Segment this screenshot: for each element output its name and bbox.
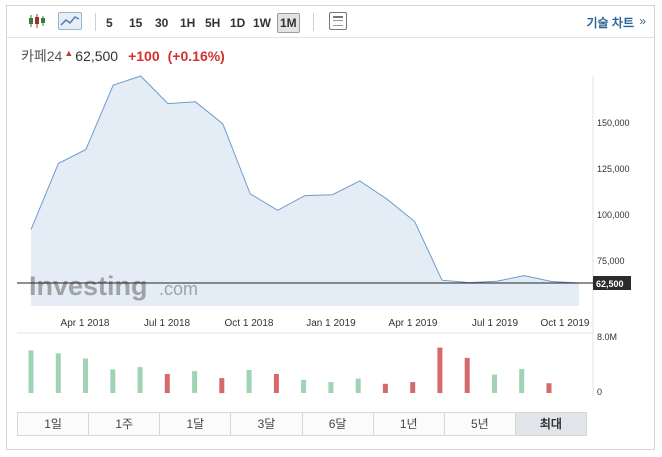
x-axis-label: Apr 1 2018 [61,318,110,329]
volume-bar [28,350,34,393]
x-axis-label: Jan 1 2019 [306,318,356,329]
range-button[interactable]: 5년 [444,413,516,435]
volume-bar [410,382,416,393]
chart-widget: 5 15 30 1H 5H 1D 1W 1M 기술 차트 » 카페24 ▲ 62,5… [6,5,655,450]
price-tick-label: 125,000 [597,164,630,174]
range-button[interactable]: 1달 [160,413,232,435]
range-selector: 1일 1주 1달 3달 6달 1년 5년 최대 [17,412,587,436]
range-button[interactable]: 1일 [18,413,90,435]
investing-watermark-suffix: .com [159,279,198,299]
price-tick-label: 100,000 [597,210,630,220]
volume-bar [301,379,307,393]
volume-bar [137,367,143,393]
volume-bar [328,382,334,393]
volume-bar [219,378,225,394]
volume-bar [246,370,252,393]
x-axis-label: Oct 1 2018 [225,318,274,329]
x-axis-label: Jul 1 2019 [472,318,519,329]
volume-max-label: 8.0M [597,332,617,342]
volume-zero-label: 0 [597,387,602,397]
volume-bar [546,383,552,393]
volume-bar [164,374,170,393]
current-price-label: 62,500 [596,279,624,289]
volume-bar [355,378,361,393]
x-axis-label: Apr 1 2019 [389,318,438,329]
range-button[interactable]: 3달 [231,413,303,435]
x-axis-label: Oct 1 2019 [541,318,590,329]
price-chart: Investing .com 150,000 125,000 100,000 75,000… [17,75,631,397]
range-button[interactable]: 최대 [515,413,586,435]
range-button[interactable]: 6달 [302,413,374,435]
volume-bar [83,358,88,393]
volume-bar [382,383,388,393]
x-axis-label: Jul 1 2018 [144,318,191,329]
volume-bar [437,347,443,393]
price-tick-label: 75,000 [597,256,625,266]
volume-bar [464,357,470,393]
volume-bar [492,374,497,393]
volume-bar [519,368,525,394]
volume-bar [192,371,198,393]
range-button[interactable]: 1년 [373,413,445,435]
investing-watermark: Investing [29,271,148,301]
volume-bar [110,369,116,393]
volume-bar [273,374,279,393]
volume-bar [55,353,61,393]
price-tick-label: 150,000 [597,118,630,128]
range-button[interactable]: 1주 [89,413,161,435]
